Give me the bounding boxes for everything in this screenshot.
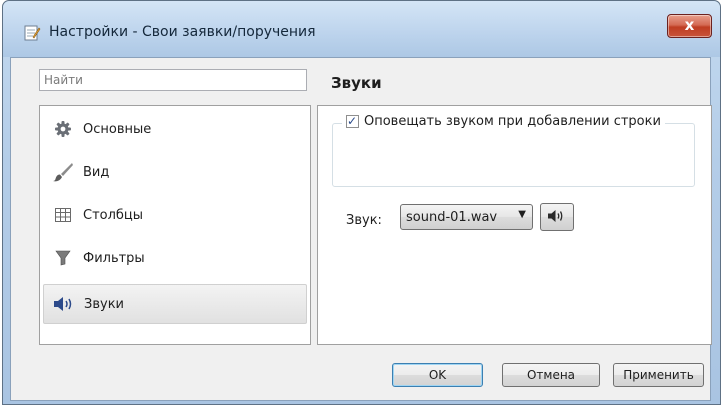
category-label: Звуки [84, 296, 124, 312]
filter-icon [51, 248, 75, 268]
gear-icon [51, 119, 75, 139]
category-item-sounds[interactable]: Звуки [43, 284, 307, 324]
play-sound-button[interactable] [540, 203, 574, 231]
dialog-client-area: Основные Вид [10, 57, 712, 401]
panel-title: Звуки [331, 74, 382, 92]
settings-window: Настройки - Свои заявки/поручения x Найт… [2, 0, 721, 405]
apply-button[interactable]: Применить [613, 363, 704, 387]
notify-checkbox-row[interactable]: ✓ Оповещать звуком при добавлении строки [342, 114, 665, 129]
cancel-button[interactable]: Отмена [502, 363, 600, 387]
brush-icon [51, 162, 75, 182]
sound-dropdown[interactable]: sound-01.wav ▼ [400, 204, 533, 230]
dropdown-arrow-icon: ▼ [518, 209, 526, 220]
title-bar[interactable]: Настройки - Свои заявки/поручения x [3, 1, 720, 57]
category-item-columns[interactable]: Столбцы [43, 195, 307, 235]
category-list: Основные Вид Столбцы Фильтры Звуки [39, 105, 311, 345]
window-title: Настройки - Свои заявки/поручения [49, 24, 316, 40]
speaker-icon [52, 294, 76, 314]
search-input[interactable] [39, 69, 307, 91]
notepad-icon [23, 24, 41, 42]
category-item-filters[interactable]: Фильтры [43, 238, 307, 278]
close-button[interactable]: x [667, 14, 712, 38]
notify-checkbox-label: Оповещать звуком при добавлении строки [364, 114, 661, 129]
category-item-view[interactable]: Вид [43, 152, 307, 192]
sound-dropdown-value: sound-01.wav [406, 209, 498, 225]
checkmark-icon: ✓ [347, 114, 358, 128]
category-label: Столбцы [83, 207, 144, 223]
close-icon: x [684, 16, 695, 34]
category-label: Фильтры [83, 250, 145, 266]
ok-button[interactable]: OK [392, 363, 483, 387]
category-label: Вид [83, 164, 110, 180]
sound-label: Звук: [346, 213, 382, 228]
category-item-general[interactable]: Основные [43, 109, 307, 149]
notify-group-box [332, 123, 695, 187]
speaker-icon [547, 209, 567, 226]
table-icon [51, 205, 75, 225]
notify-checkbox[interactable]: ✓ [346, 114, 359, 128]
category-label: Основные [83, 121, 152, 137]
sounds-settings-panel: ✓ Оповещать звуком при добавлении строки… [317, 105, 712, 345]
